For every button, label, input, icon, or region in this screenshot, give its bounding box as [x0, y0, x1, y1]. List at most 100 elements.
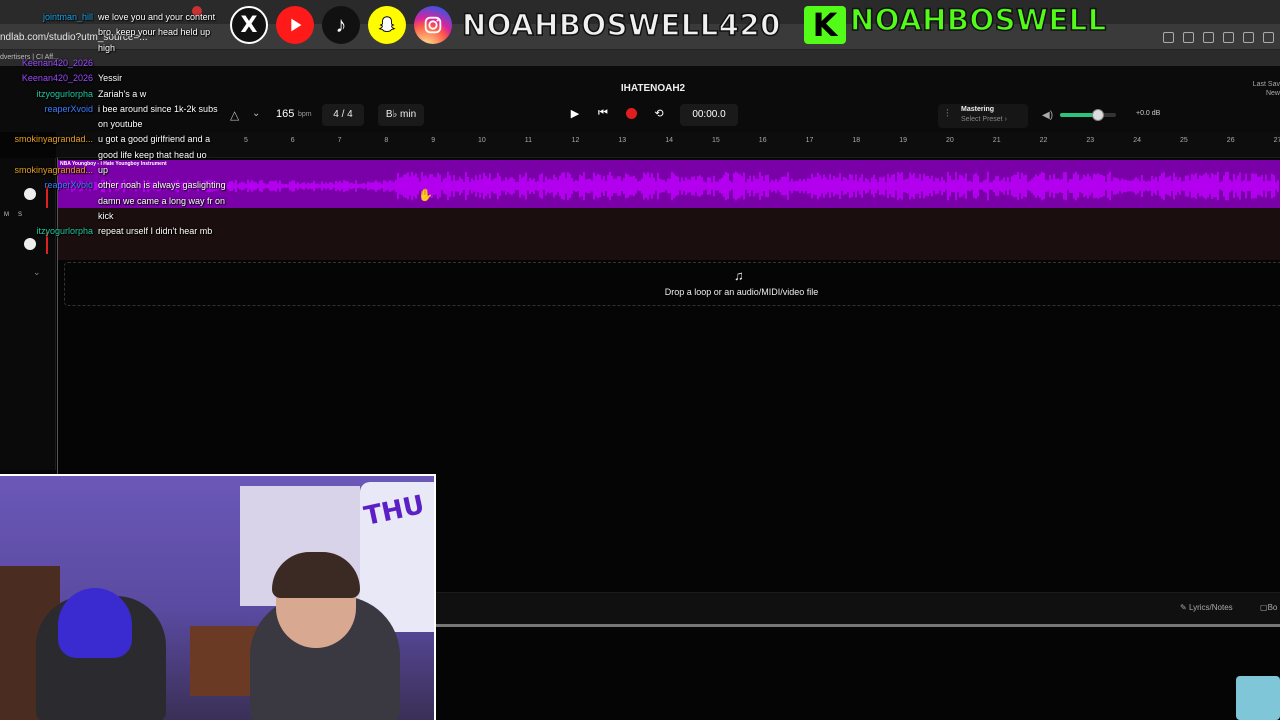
chat-message: bro. keep your head held up: [98, 27, 211, 38]
record-icon: [625, 107, 637, 119]
ruler-tick: 5: [244, 137, 248, 144]
chat-message: on youtube: [98, 119, 143, 130]
lyrics-notes-label: Lyrics/Notes: [1188, 603, 1233, 612]
chat-username[interactable]: Keenan420_2026: [0, 58, 93, 69]
play-button[interactable]: ▶: [566, 104, 584, 122]
chat-username[interactable]: reaperXvoid: [0, 180, 93, 191]
chat-username[interactable]: reaperXvoid: [0, 104, 93, 115]
stream-screen: ndlab.com/studio?utm_source=... dvertise…: [0, 0, 1280, 720]
ruler-tick: 27: [1273, 137, 1280, 144]
menu-icon[interactable]: [1263, 31, 1274, 43]
browser-toolbar-icons: [1163, 28, 1280, 46]
bpm-unit: bpm: [298, 111, 312, 118]
ruler-tick: 22: [1039, 137, 1048, 144]
chat-overlay: jointman_hill we love you and your conten…: [0, 0, 240, 240]
snapchat-logo-icon: [368, 6, 406, 44]
time-signature[interactable]: 4 / 4: [322, 104, 364, 126]
record-button[interactable]: [622, 104, 640, 122]
extension-icon[interactable]: [1163, 31, 1174, 43]
kick-logo-icon: K: [804, 6, 846, 44]
sliders-icon: ⫶: [946, 108, 949, 120]
empty-track-lane[interactable]: [58, 208, 1280, 260]
resize-handle[interactable]: [436, 624, 1280, 627]
ruler-tick: 8: [384, 137, 389, 144]
instagram-logo-icon: [414, 6, 452, 44]
panel-icon: ▢: [1260, 603, 1268, 612]
chat-username[interactable]: smokinyagrandad...: [0, 134, 93, 145]
volume-knob[interactable]: [1092, 109, 1104, 121]
drop-zone[interactable]: [64, 262, 1280, 306]
last-saved: Last Sav New: [1253, 80, 1280, 98]
chat-message: damn we came a long way fr on: [98, 195, 226, 206]
last-saved-line-1: Last Sav: [1252, 81, 1280, 88]
chat-username[interactable]: smokinyagrandad...: [0, 165, 93, 176]
other-panel-button[interactable]: ▢Bo: [1260, 603, 1277, 612]
skip-back-button[interactable]: ⏮: [594, 104, 612, 122]
master-volume-slider[interactable]: [1060, 113, 1116, 117]
mastering-preset[interactable]: Select Preset ›: [961, 116, 1007, 123]
ruler-tick: 23: [1086, 137, 1095, 144]
chat-message: we love you and your content: [98, 12, 216, 22]
chat-message: Yessir: [98, 73, 123, 84]
corner-avatar: [1236, 676, 1280, 720]
social-banner: X ♪ NOAHBOSWELL420: [230, 0, 781, 50]
chat-username[interactable]: itzyogurlorpha: [0, 89, 93, 100]
chat-username[interactable]: jointman_hill: [0, 12, 93, 23]
kick-handle: NOAHBOSWELL: [849, 2, 1107, 38]
download-icon[interactable]: [1223, 31, 1234, 43]
chat-message: good life keep that head uo: [98, 149, 207, 160]
chat-message: Zariah's a w: [98, 88, 147, 99]
hand-cursor-icon: ✋: [418, 188, 433, 202]
ruler-tick: 19: [899, 137, 907, 144]
ruler-tick: 20: [946, 137, 954, 144]
ruler-tick: 9: [431, 137, 436, 144]
mastering-label: Mastering: [961, 106, 995, 113]
transport-controls: ▶ ⏮ ⟲: [566, 104, 668, 122]
other-panel-label: Bo: [1267, 603, 1278, 612]
profile-icon[interactable]: [1243, 31, 1254, 43]
ruler-tick: 11: [524, 137, 533, 144]
ruler-tick: 7: [337, 137, 342, 144]
chevron-down-icon[interactable]: ⌄: [252, 108, 260, 119]
ruler-tick: 12: [571, 137, 580, 144]
chat-message: u got a good girlfriend and a: [98, 134, 211, 145]
chat-message: repeat urself I didn't hear mb: [98, 226, 213, 237]
ruler-tick: 10: [478, 137, 486, 144]
drop-zone-text: Drop a loop or an audio/MIDI/video file: [664, 287, 819, 297]
time-display: 00:00.0: [680, 104, 738, 126]
ruler-tick: 25: [1180, 137, 1188, 144]
youtube-logo-icon: [276, 6, 314, 44]
chat-message: up: [98, 165, 109, 175]
webcam-feed: THU: [0, 474, 436, 720]
last-saved-line-2: New: [1265, 90, 1280, 97]
chat-message: i bee around since 1k-2k subs: [98, 103, 218, 114]
waveform: [58, 171, 1279, 201]
ruler-tick: 18: [852, 137, 861, 144]
ruler-tick: 6: [290, 137, 295, 144]
bpm-value[interactable]: 165: [276, 108, 294, 120]
chat-message: other noah is always gaslighting: [98, 180, 226, 191]
ruler-tick: 15: [712, 137, 720, 144]
ruler-tick: 16: [758, 137, 767, 144]
chat-username[interactable]: itzyogurlorpha: [0, 226, 93, 237]
banner-handle: NOAHBOSWELL420: [461, 7, 781, 43]
tiktok-logo-icon: ♪: [322, 6, 360, 44]
ruler-tick: 13: [618, 137, 627, 144]
ruler-tick: 21: [992, 137, 1001, 144]
chat-message: kick: [98, 210, 114, 221]
chat-username[interactable]: Keenan420_2026: [0, 73, 93, 84]
webcam-person-left-hair: [58, 588, 132, 658]
loop-button[interactable]: ⟲: [650, 104, 668, 122]
lyrics-notes-button[interactable]: ✎ Lyrics/Notes: [1180, 603, 1233, 612]
star-icon[interactable]: [1183, 31, 1194, 43]
waveform-path: [58, 171, 1279, 201]
collapse-chevron-icon[interactable]: ⌄: [33, 267, 41, 278]
ruler-tick: 26: [1226, 137, 1235, 144]
pencil-icon: ✎: [1180, 603, 1189, 612]
music-note-icon: ♫: [734, 268, 744, 283]
chat-message: high: [98, 42, 116, 53]
ruler-tick: 14: [665, 137, 673, 144]
key-selector[interactable]: B♭ min: [378, 104, 424, 126]
puzzle-icon[interactable]: [1203, 31, 1214, 43]
speaker-icon[interactable]: ◀): [1042, 110, 1053, 121]
